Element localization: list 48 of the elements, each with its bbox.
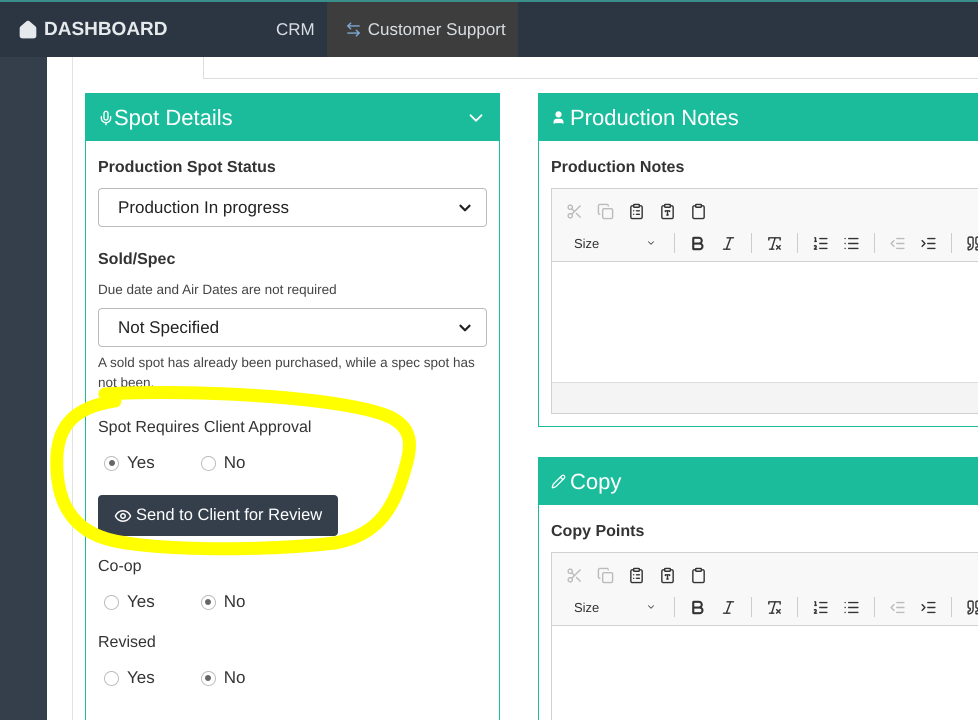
dropdown[interactable]: Not Specified: [98, 308, 487, 347]
quote-icon[interactable]: [966, 234, 978, 252]
dropdown[interactable]: Production In progress: [98, 188, 487, 227]
radio-option[interactable]: Yes: [104, 592, 155, 612]
radio-option[interactable]: Yes: [104, 668, 155, 688]
size-dropdown[interactable]: Size: [566, 600, 660, 614]
rich-text-editor[interactable]: Size: [551, 552, 978, 720]
clear-format-icon[interactable]: [766, 234, 783, 252]
field-label: Copy Points: [551, 523, 646, 541]
italic-icon[interactable]: [720, 234, 737, 252]
rich-text-editor[interactable]: Size: [551, 188, 978, 414]
swap-arrows-icon: [344, 21, 362, 38]
field-label: Revised: [98, 634, 157, 652]
nav-link[interactable]: Customer Support: [326, 2, 518, 57]
radio-option[interactable]: No: [200, 668, 246, 688]
bold-icon[interactable]: [689, 598, 706, 616]
brand-link[interactable]: DASHBOARD: [0, 18, 270, 40]
send-review-button[interactable]: Send to Client for Review: [98, 495, 338, 536]
panel-title: Copy: [570, 468, 622, 494]
home-icon: [18, 20, 38, 40]
paste-icon[interactable]: [628, 566, 645, 584]
field-label: Spot Requires Client Approval: [98, 419, 312, 437]
paste-text-icon[interactable]: [659, 566, 676, 584]
field-label: Co-op: [98, 558, 143, 576]
field-label: Production Notes: [551, 159, 686, 177]
radio-option[interactable]: No: [200, 453, 246, 473]
radio-option[interactable]: No: [200, 592, 246, 612]
help-text: Due date and Air Dates are not required: [98, 281, 338, 299]
panel-title: Production Notes: [570, 104, 739, 130]
paste-word-icon[interactable]: [690, 202, 707, 220]
size-dropdown[interactable]: Size: [566, 236, 660, 250]
pencil-icon: [551, 474, 566, 489]
numbered-list-icon[interactable]: [812, 598, 829, 616]
italic-icon[interactable]: [720, 598, 737, 616]
nav-link[interactable]: CRM: [270, 2, 327, 57]
bold-icon[interactable]: [689, 234, 706, 252]
microphone-icon: [98, 110, 114, 126]
clear-format-icon[interactable]: [766, 598, 783, 616]
paste-icon[interactable]: [628, 202, 645, 220]
quote-icon[interactable]: [966, 598, 978, 616]
numbered-list-icon[interactable]: [812, 234, 829, 252]
paste-text-icon[interactable]: [659, 202, 676, 220]
field-label: Sold/Spec: [98, 251, 176, 269]
paste-word-icon[interactable]: [690, 566, 707, 584]
user-icon: [551, 110, 566, 125]
radio-option[interactable]: Yes: [104, 453, 155, 473]
field-label: Production Spot Status: [98, 159, 277, 177]
panel-title: Spot Details: [114, 104, 234, 130]
